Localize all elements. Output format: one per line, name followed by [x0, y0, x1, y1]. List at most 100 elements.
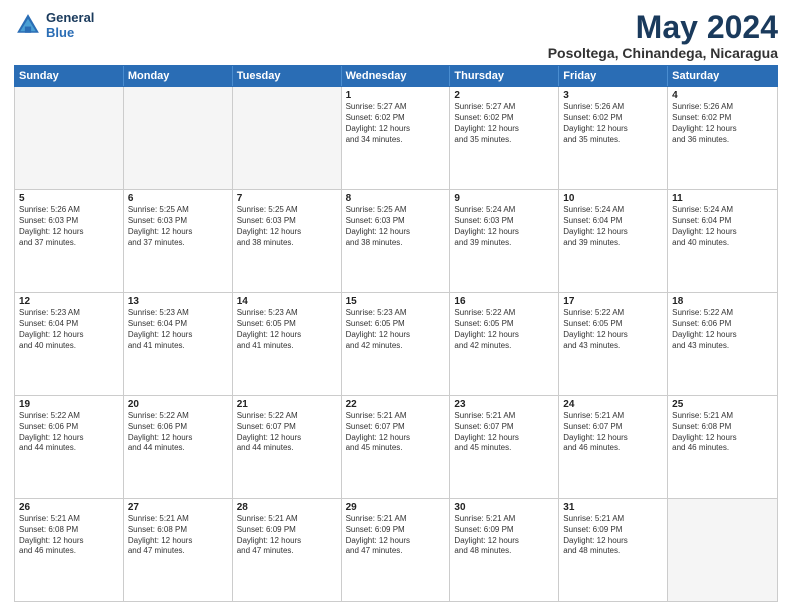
- day-info: Sunrise: 5:26 AM Sunset: 6:02 PM Dayligh…: [672, 102, 773, 145]
- day-info: Sunrise: 5:27 AM Sunset: 6:02 PM Dayligh…: [454, 102, 554, 145]
- header-day-thursday: Thursday: [450, 66, 559, 86]
- day-number: 29: [346, 502, 446, 513]
- calendar-day-19: 19Sunrise: 5:22 AM Sunset: 6:06 PM Dayli…: [15, 396, 124, 498]
- header-day-friday: Friday: [559, 66, 668, 86]
- day-info: Sunrise: 5:22 AM Sunset: 6:05 PM Dayligh…: [454, 308, 554, 351]
- calendar-week-4: 19Sunrise: 5:22 AM Sunset: 6:06 PM Dayli…: [15, 396, 777, 499]
- calendar-day-24: 24Sunrise: 5:21 AM Sunset: 6:07 PM Dayli…: [559, 396, 668, 498]
- day-number: 16: [454, 296, 554, 307]
- day-info: Sunrise: 5:23 AM Sunset: 6:05 PM Dayligh…: [237, 308, 337, 351]
- logo-text: General Blue: [46, 10, 94, 40]
- day-info: Sunrise: 5:21 AM Sunset: 6:09 PM Dayligh…: [237, 514, 337, 557]
- location: Posoltega, Chinandega, Nicaragua: [548, 45, 778, 61]
- day-number: 15: [346, 296, 446, 307]
- day-info: Sunrise: 5:21 AM Sunset: 6:09 PM Dayligh…: [454, 514, 554, 557]
- day-number: 2: [454, 90, 554, 101]
- header-day-saturday: Saturday: [668, 66, 777, 86]
- calendar-day-30: 30Sunrise: 5:21 AM Sunset: 6:09 PM Dayli…: [450, 499, 559, 601]
- calendar-day-26: 26Sunrise: 5:21 AM Sunset: 6:08 PM Dayli…: [15, 499, 124, 601]
- day-number: 17: [563, 296, 663, 307]
- day-number: 1: [346, 90, 446, 101]
- title-block: May 2024 Posoltega, Chinandega, Nicaragu…: [548, 10, 778, 61]
- calendar-day-18: 18Sunrise: 5:22 AM Sunset: 6:06 PM Dayli…: [668, 293, 777, 395]
- day-info: Sunrise: 5:23 AM Sunset: 6:05 PM Dayligh…: [346, 308, 446, 351]
- day-number: 13: [128, 296, 228, 307]
- day-number: 11: [672, 193, 773, 204]
- day-info: Sunrise: 5:21 AM Sunset: 6:07 PM Dayligh…: [563, 411, 663, 454]
- calendar-day-22: 22Sunrise: 5:21 AM Sunset: 6:07 PM Dayli…: [342, 396, 451, 498]
- page: General Blue May 2024 Posoltega, Chinand…: [0, 0, 792, 612]
- calendar-week-3: 12Sunrise: 5:23 AM Sunset: 6:04 PM Dayli…: [15, 293, 777, 396]
- calendar-day-15: 15Sunrise: 5:23 AM Sunset: 6:05 PM Dayli…: [342, 293, 451, 395]
- header-day-tuesday: Tuesday: [233, 66, 342, 86]
- calendar-day-11: 11Sunrise: 5:24 AM Sunset: 6:04 PM Dayli…: [668, 190, 777, 292]
- logo: General Blue: [14, 10, 94, 40]
- calendar-day-16: 16Sunrise: 5:22 AM Sunset: 6:05 PM Dayli…: [450, 293, 559, 395]
- day-number: 30: [454, 502, 554, 513]
- calendar-day-29: 29Sunrise: 5:21 AM Sunset: 6:09 PM Dayli…: [342, 499, 451, 601]
- day-number: 4: [672, 90, 773, 101]
- day-number: 8: [346, 193, 446, 204]
- calendar-day-14: 14Sunrise: 5:23 AM Sunset: 6:05 PM Dayli…: [233, 293, 342, 395]
- calendar-day-4: 4Sunrise: 5:26 AM Sunset: 6:02 PM Daylig…: [668, 87, 777, 189]
- day-info: Sunrise: 5:25 AM Sunset: 6:03 PM Dayligh…: [237, 205, 337, 248]
- header-day-monday: Monday: [124, 66, 233, 86]
- calendar-day-9: 9Sunrise: 5:24 AM Sunset: 6:03 PM Daylig…: [450, 190, 559, 292]
- calendar-day-28: 28Sunrise: 5:21 AM Sunset: 6:09 PM Dayli…: [233, 499, 342, 601]
- day-info: Sunrise: 5:24 AM Sunset: 6:04 PM Dayligh…: [672, 205, 773, 248]
- day-info: Sunrise: 5:21 AM Sunset: 6:07 PM Dayligh…: [346, 411, 446, 454]
- calendar-day-7: 7Sunrise: 5:25 AM Sunset: 6:03 PM Daylig…: [233, 190, 342, 292]
- day-number: 24: [563, 399, 663, 410]
- day-info: Sunrise: 5:22 AM Sunset: 6:06 PM Dayligh…: [19, 411, 119, 454]
- calendar-header: SundayMondayTuesdayWednesdayThursdayFrid…: [14, 65, 778, 87]
- day-number: 21: [237, 399, 337, 410]
- day-number: 22: [346, 399, 446, 410]
- month-title: May 2024: [548, 10, 778, 45]
- day-number: 20: [128, 399, 228, 410]
- day-info: Sunrise: 5:21 AM Sunset: 6:07 PM Dayligh…: [454, 411, 554, 454]
- day-number: 5: [19, 193, 119, 204]
- calendar-day-10: 10Sunrise: 5:24 AM Sunset: 6:04 PM Dayli…: [559, 190, 668, 292]
- calendar-day-2: 2Sunrise: 5:27 AM Sunset: 6:02 PM Daylig…: [450, 87, 559, 189]
- day-info: Sunrise: 5:26 AM Sunset: 6:02 PM Dayligh…: [563, 102, 663, 145]
- day-info: Sunrise: 5:22 AM Sunset: 6:06 PM Dayligh…: [672, 308, 773, 351]
- day-info: Sunrise: 5:24 AM Sunset: 6:04 PM Dayligh…: [563, 205, 663, 248]
- day-info: Sunrise: 5:23 AM Sunset: 6:04 PM Dayligh…: [128, 308, 228, 351]
- calendar-day-1: 1Sunrise: 5:27 AM Sunset: 6:02 PM Daylig…: [342, 87, 451, 189]
- header: General Blue May 2024 Posoltega, Chinand…: [14, 10, 778, 61]
- day-number: 7: [237, 193, 337, 204]
- header-day-sunday: Sunday: [15, 66, 124, 86]
- calendar-empty-cell: [668, 499, 777, 601]
- calendar-week-5: 26 Sunrise: 5:21 AM Sunset: 6:08 PM Dayli…: [15, 499, 777, 601]
- day-number: 12: [19, 296, 119, 307]
- calendar-day-13: 13Sunrise: 5:23 AM Sunset: 6:04 PM Dayli…: [124, 293, 233, 395]
- calendar-day-31: 31Sunrise: 5:21 AM Sunset: 6:09 PM Dayli…: [559, 499, 668, 601]
- calendar-week-2: 5Sunrise: 5:26 AM Sunset: 6:03 PM Daylig…: [15, 190, 777, 293]
- day-number: 14: [237, 296, 337, 307]
- day-info: Sunrise: 5:23 AM Sunset: 6:04 PM Dayligh…: [19, 308, 119, 351]
- calendar-day-6: 6Sunrise: 5:25 AM Sunset: 6:03 PM Daylig…: [124, 190, 233, 292]
- calendar-day-17: 17Sunrise: 5:22 AM Sunset: 6:05 PM Dayli…: [559, 293, 668, 395]
- day-info: Sunrise: 5:22 AM Sunset: 6:06 PM Dayligh…: [128, 411, 228, 454]
- day-number: 3: [563, 90, 663, 101]
- calendar-day-12: 12Sunrise: 5:23 AM Sunset: 6:04 PM Dayli…: [15, 293, 124, 395]
- day-info: Sunrise: 5:21 AM Sunset: 6:08 PM Dayligh…: [128, 514, 228, 557]
- day-number: 31: [563, 502, 663, 513]
- day-number: 26: [19, 502, 119, 513]
- calendar-empty-cell: [233, 87, 342, 189]
- day-number: 28: [237, 502, 337, 513]
- calendar-day-25: 25Sunrise: 5:21 AM Sunset: 6:08 PM Dayli…: [668, 396, 777, 498]
- day-number: 27: [128, 502, 228, 513]
- day-number: 25: [672, 399, 773, 410]
- calendar-week-1: 1Sunrise: 5:27 AM Sunset: 6:02 PM Daylig…: [15, 87, 777, 190]
- day-info: Sunrise: 5:24 AM Sunset: 6:03 PM Dayligh…: [454, 205, 554, 248]
- day-info: Sunrise: 5:21 AM Sunset: 6:09 PM Dayligh…: [563, 514, 663, 557]
- calendar-day-23: 23Sunrise: 5:21 AM Sunset: 6:07 PM Dayli…: [450, 396, 559, 498]
- calendar-day-8: 8Sunrise: 5:25 AM Sunset: 6:03 PM Daylig…: [342, 190, 451, 292]
- day-number: 9: [454, 193, 554, 204]
- day-number: 19: [19, 399, 119, 410]
- calendar-day-3: 3Sunrise: 5:26 AM Sunset: 6:02 PM Daylig…: [559, 87, 668, 189]
- day-info: Sunrise: 5:21 AM Sunset: 6:09 PM Dayligh…: [346, 514, 446, 557]
- day-info: Sunrise: 5:27 AM Sunset: 6:02 PM Dayligh…: [346, 102, 446, 145]
- day-number: 23: [454, 399, 554, 410]
